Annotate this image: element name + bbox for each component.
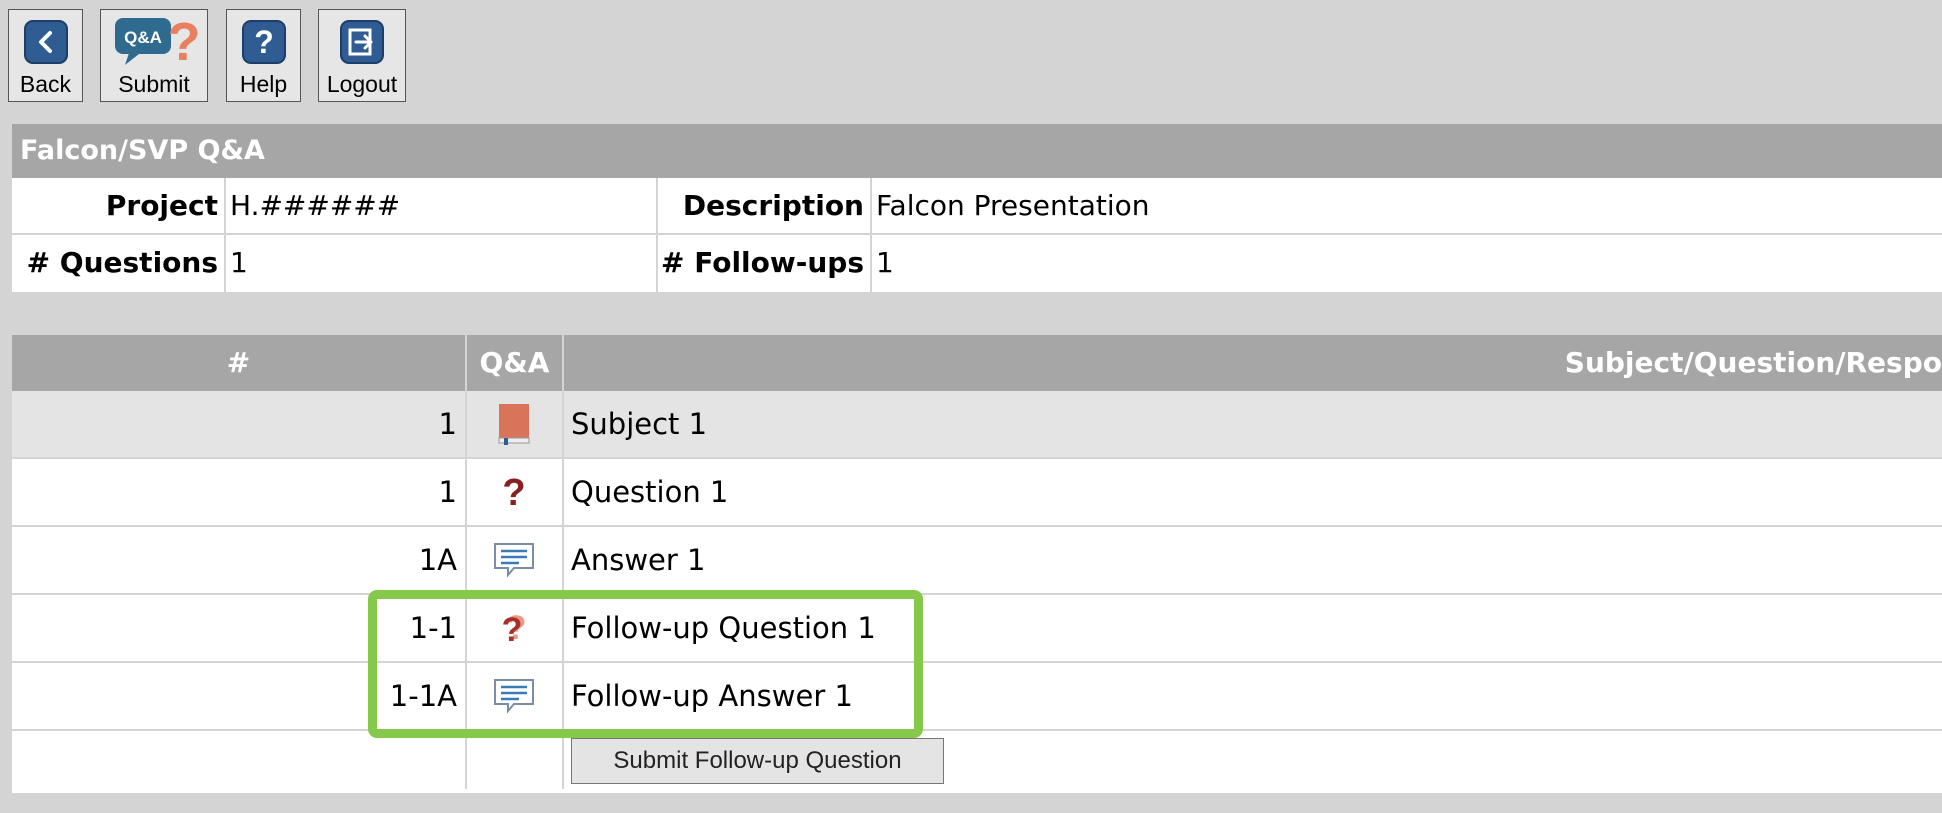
toolbar: Back Q&A ? Submit ? Help Logout (0, 0, 1942, 122)
questions-count-value: 1 (230, 246, 248, 279)
project-label: Project (105, 189, 218, 222)
project-value: H.###### (230, 189, 401, 222)
row-text: Question 1 (571, 475, 729, 509)
followups-count-label: # Follow-ups (661, 246, 864, 279)
svg-text:?: ? (254, 26, 274, 58)
qa-submit-icon: Q&A ? (109, 16, 199, 68)
logout-button[interactable]: Logout (318, 9, 406, 102)
table-row[interactable]: 1 Subject 1 (12, 391, 1942, 459)
row-number: 1 (438, 475, 457, 509)
followup-question-icon: ? ? (465, 595, 562, 661)
help-button[interactable]: ? Help (226, 9, 301, 102)
back-button[interactable]: Back (8, 9, 83, 102)
logout-icon (340, 20, 384, 64)
table-row[interactable]: 1-1A Follow-up Answer 1 (12, 663, 1942, 731)
followups-count-value: 1 (876, 246, 894, 279)
table-row[interactable]: 1-1 ? ? Follow-up Question 1 (12, 595, 1942, 663)
qa-table-header: # Q&A Subject/Question/Respo (12, 335, 1942, 391)
back-label: Back (19, 71, 72, 97)
submit-label: Submit (118, 71, 190, 97)
row-number: 1A (418, 543, 457, 577)
table-row[interactable]: 1 ? Question 1 (12, 459, 1942, 527)
qa-icon-text: Q&A (124, 28, 162, 47)
info-row: Project H.###### Description Falcon Pres… (12, 178, 1942, 235)
logout-label: Logout (326, 71, 398, 97)
table-row[interactable]: 1A Answer 1 (12, 527, 1942, 595)
header-subject-question-response: Subject/Question/Respo (562, 335, 1942, 391)
submit-button[interactable]: Q&A ? Submit (100, 9, 208, 102)
row-text: Follow-up Answer 1 (571, 679, 853, 713)
svg-text:?: ? (501, 611, 522, 648)
comment-icon (465, 663, 562, 729)
help-question-icon: ? (241, 20, 286, 64)
row-text: Subject 1 (571, 407, 708, 441)
svg-text:?: ? (502, 472, 525, 512)
row-number: 1-1A (389, 679, 457, 713)
book-icon (465, 391, 562, 457)
row-text: Follow-up Question 1 (571, 611, 876, 645)
header-number: # (226, 346, 251, 379)
description-value: Falcon Presentation (876, 189, 1150, 222)
description-label: Description (682, 189, 864, 222)
row-number: 1-1 (409, 611, 457, 645)
project-info-table: Project H.###### Description Falcon Pres… (12, 178, 1942, 292)
questions-count-label: # Questions (26, 246, 218, 279)
comment-icon (465, 527, 562, 593)
back-arrow-icon (23, 20, 68, 64)
submit-followup-question-button[interactable]: Submit Follow-up Question (571, 738, 944, 784)
question-mark-icon: ? (465, 459, 562, 525)
svg-text:?: ? (168, 16, 200, 68)
header-qa: Q&A (465, 335, 562, 391)
submit-followup-row: Submit Follow-up Question (12, 731, 1942, 793)
info-row: # Questions 1 # Follow-ups 1 (12, 235, 1942, 292)
row-number: 1 (438, 407, 457, 441)
row-text: Answer 1 (571, 543, 706, 577)
help-label: Help (239, 71, 288, 97)
section-title: Falcon/SVP Q&A (12, 124, 1942, 178)
